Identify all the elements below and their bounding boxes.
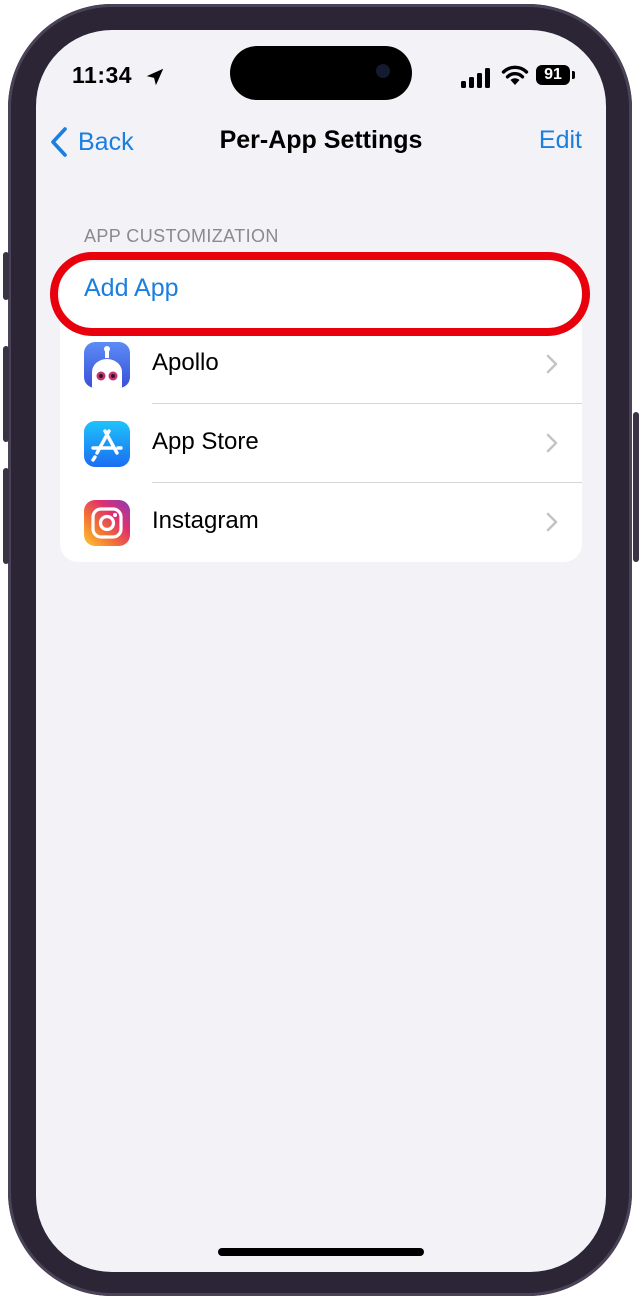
volume-down-button — [3, 468, 9, 564]
page-title: Per-App Settings — [219, 126, 423, 154]
instagram-icon — [84, 500, 130, 546]
list-item-label: Apollo — [152, 349, 219, 376]
list-item-apollo[interactable]: Apollo — [60, 325, 582, 404]
wifi-icon — [501, 65, 529, 85]
home-indicator[interactable] — [218, 1248, 424, 1256]
chevron-right-icon — [546, 512, 558, 532]
action-button — [3, 252, 9, 300]
section-header: APP CUSTOMIZATION — [84, 226, 279, 246]
battery-icon: 91 — [536, 65, 570, 85]
app-store-icon — [84, 421, 130, 467]
add-app-button[interactable]: Add App — [84, 274, 179, 303]
list-item-app-store[interactable]: App Store — [60, 404, 582, 483]
edit-button[interactable]: Edit — [539, 126, 582, 155]
front-camera — [376, 64, 390, 78]
chevron-right-icon — [546, 433, 558, 453]
chevron-right-icon — [546, 354, 558, 374]
status-bar: 11:34 91 — [36, 30, 606, 120]
apollo-app-icon — [84, 342, 130, 388]
volume-up-button — [3, 346, 9, 442]
list-item-label: Instagram — [152, 507, 259, 534]
list-item-instagram[interactable]: Instagram — [60, 483, 582, 562]
screen: 11:34 91 Back Per-App Settings Edit APP … — [36, 30, 606, 1272]
battery-tip — [572, 71, 575, 79]
cellular-signal-icon — [461, 68, 490, 88]
location-arrow-icon — [146, 68, 164, 86]
power-button — [633, 412, 639, 562]
list-item-label: App Store — [152, 428, 259, 455]
status-time: 11:34 — [72, 62, 133, 88]
